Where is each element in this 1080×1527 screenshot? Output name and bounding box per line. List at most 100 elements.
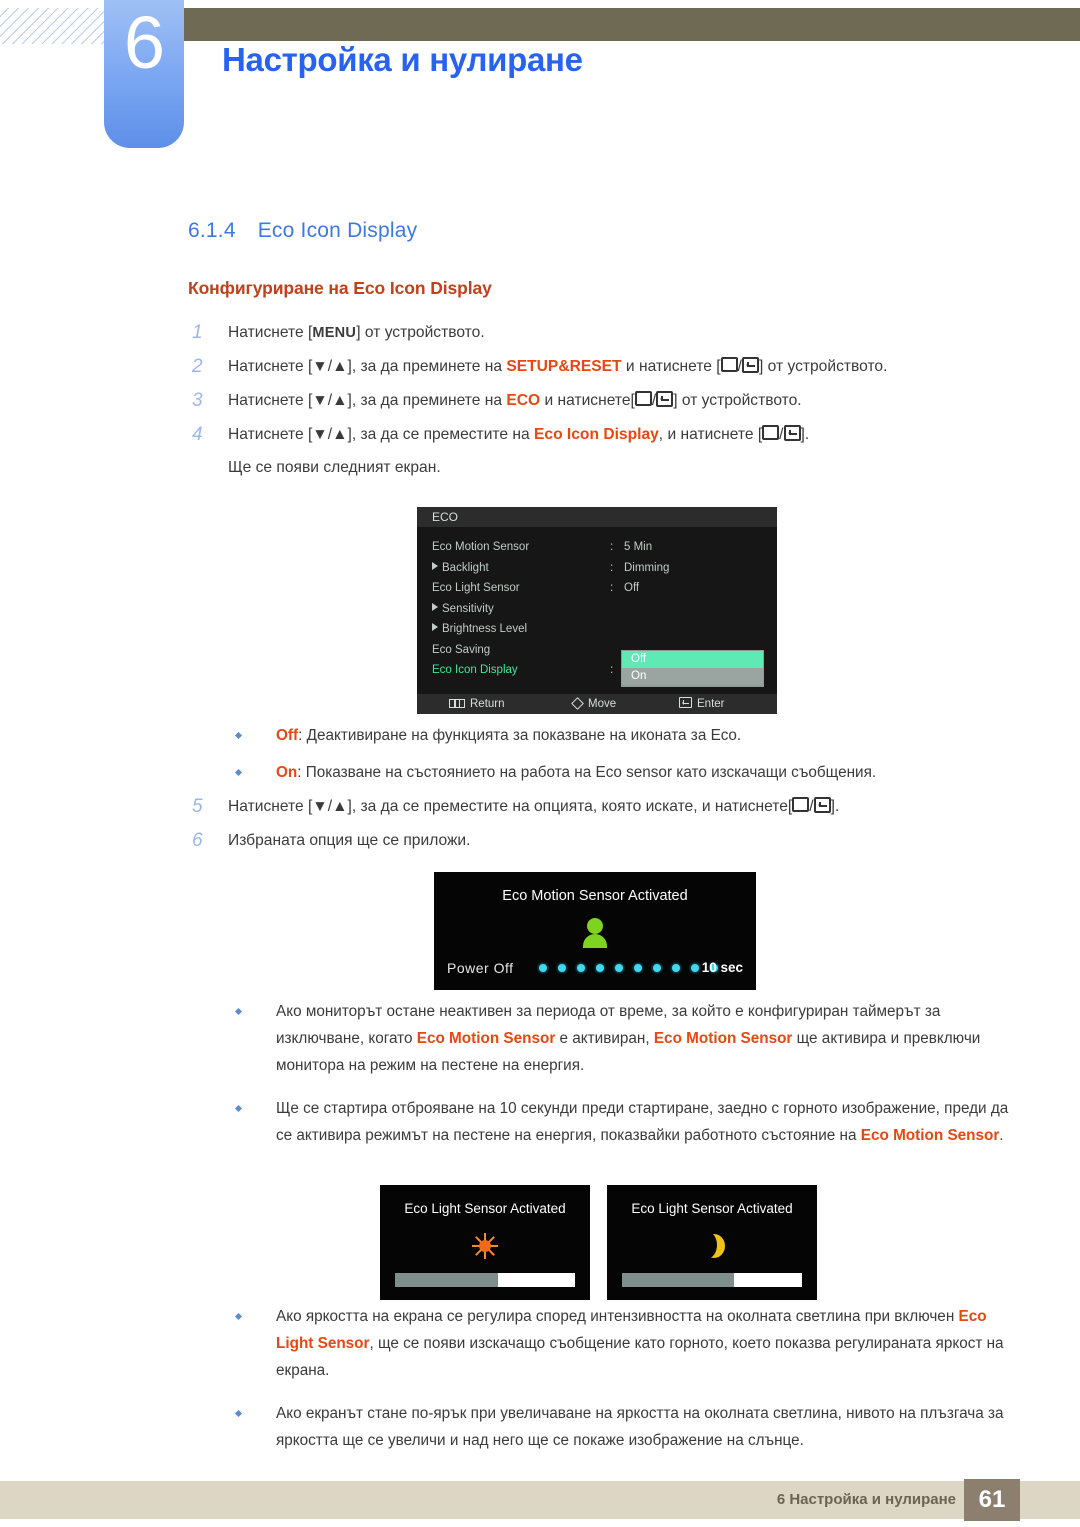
bullet-text: Ако екранът стане по-ярък при увеличаван…	[276, 1405, 1004, 1449]
brightness-bar-fill	[622, 1273, 734, 1287]
bullet-item-off: Off: Деактивиране на функцията за показв…	[228, 722, 1018, 749]
step-number: 3	[192, 390, 203, 411]
move-diamond-icon	[571, 697, 584, 710]
osd-row[interactable]: Eco Motion Sensor : 5 Min	[417, 537, 777, 558]
power-off-label: Power Off	[447, 960, 514, 976]
light-bullet-list: Ако яркостта на екрана се регулира споре…	[228, 1303, 1018, 1470]
countdown-dot	[653, 964, 661, 972]
seconds-label: 10 sec	[701, 960, 743, 975]
step-item: 5 Натиснете [▼/▲], за да се преместите на…	[188, 790, 1018, 824]
enter-key-icon	[741, 357, 759, 373]
moon-icon	[696, 1231, 725, 1259]
enter-key-icon	[679, 697, 692, 708]
person-icon	[582, 918, 608, 948]
bullet-diamond-icon	[234, 1312, 243, 1321]
countdown-dot	[558, 964, 566, 972]
step-highlight-term: ECO	[506, 392, 541, 409]
step-text-after: ] от устройството.	[356, 324, 485, 341]
bullet-item-on: On: Показване на състоянието на работа н…	[228, 759, 1018, 786]
steps-list-continued: 5 Натиснете [▼/▲], за да се преместите на…	[188, 790, 1018, 858]
menu-key-label: MENU	[312, 325, 357, 341]
enter-key-icon	[783, 425, 801, 441]
osd-dropdown[interactable]: Off On	[621, 650, 764, 687]
osd-menu-screenshot: ECO Eco Motion Sensor : 5 Min Backlight …	[417, 507, 777, 714]
bullet-diamond-icon	[234, 1104, 243, 1113]
osd-row-value: 5 Min	[624, 541, 653, 553]
chapter-number-box: 6	[104, 0, 184, 148]
osd-row[interactable]: Brightness Level	[417, 619, 777, 640]
option-description: : Показване на състоянието на работа на …	[297, 764, 877, 781]
option-bullet-list: Off: Деактивиране на функцията за показв…	[228, 722, 1018, 786]
submenu-arrow-icon	[432, 623, 438, 631]
osd-enter-label: Enter	[697, 698, 725, 710]
countdown-dot	[672, 964, 680, 972]
osd-row[interactable]: Sensitivity	[417, 599, 777, 620]
source-key-icon	[720, 357, 738, 372]
step-text-part3: ] от устройството.	[758, 358, 888, 375]
bullet-diamond-icon	[234, 768, 243, 777]
step-text: Избраната опция ще се приложи.	[228, 832, 471, 849]
osd-row-label-text: Backlight	[442, 561, 489, 574]
eco-light-sensor-popups: Eco Light Sensor Activated Eco Light Sen…	[380, 1185, 817, 1300]
option-description: : Деактивиране на функцията за показване…	[298, 727, 742, 744]
osd-row-label: Sensitivity	[432, 599, 494, 620]
step-item: 2 Натиснете [▼/▲], за да преминете на SET…	[188, 350, 1018, 384]
section-subtitle: Конфигуриране на Eco Icon Display	[188, 278, 492, 298]
inline-highlight-term: Eco Motion Sensor	[860, 1127, 1000, 1144]
osd-return-label: Return	[470, 698, 505, 710]
page-footer-bar: 6 Настройка и нулиране 61	[0, 1479, 1080, 1521]
eco-light-sensor-popup-night: Eco Light Sensor Activated	[607, 1185, 817, 1300]
key-separator: /	[779, 426, 784, 443]
step-subtext: Ще се появи следният екран.	[228, 459, 441, 476]
dropdown-option-off[interactable]: Off	[622, 651, 763, 668]
person-body	[583, 934, 607, 948]
osd-return-hint[interactable]: Return	[449, 694, 505, 714]
enter-key-icon	[813, 797, 831, 813]
osd-move-label: Move	[588, 698, 617, 710]
osd-row-label: Backlight	[432, 558, 489, 579]
brightness-bar-fill	[395, 1273, 498, 1287]
steps-list: 1 Натиснете [MENU] от устройството. 2 Нати…	[188, 316, 1018, 484]
step-item: 4 Натиснете [▼/▲], за да се преместите на…	[188, 418, 1018, 452]
dropdown-option-on[interactable]: On	[622, 668, 763, 685]
bullet-item: Ако яркостта на екрана се регулира споре…	[228, 1303, 1018, 1384]
eco-motion-sensor-popup: Eco Motion Sensor Activated Power Off 10…	[434, 872, 756, 990]
inline-highlight-term: Eco Motion Sensor	[653, 1030, 793, 1047]
osd-move-hint[interactable]: Move	[571, 694, 617, 714]
osd-row[interactable]: Eco Light Sensor : Off	[417, 578, 777, 599]
source-key-icon	[634, 391, 652, 406]
countdown-dot	[691, 964, 699, 972]
bullet-text: Ако мониторът остане неактивен за период…	[276, 1003, 981, 1074]
osd-enter-hint[interactable]: Enter	[679, 694, 725, 714]
section-heading: 6.1.4 Eco Icon Display	[188, 219, 417, 243]
osd-row-label: Eco Motion Sensor	[432, 541, 530, 553]
osd-row-label: Eco Saving	[432, 643, 491, 656]
inline-highlight-term: Eco Motion Sensor	[416, 1030, 556, 1047]
option-name: Off	[276, 727, 299, 744]
step-text-part2: и натиснете [	[621, 358, 721, 375]
bullet-item: Ако екранът стане по-ярък при увеличаван…	[228, 1400, 1018, 1454]
chapter-title: Настройка и нулиране	[222, 41, 583, 78]
step-text-part2: , и натиснете [	[658, 426, 763, 443]
bullet-diamond-icon	[234, 731, 243, 740]
decorative-hatch-pattern	[0, 8, 112, 44]
step-number: 2	[192, 356, 203, 377]
osd-row-colon: :	[610, 664, 614, 676]
footer-chapter-label: 6 Настройка и нулиране	[776, 1491, 956, 1508]
popup-countdown-row: Power Off 10 sec	[434, 959, 756, 977]
countdown-dot	[577, 964, 585, 972]
inline-highlight-term: Eco Light Sensor	[276, 1308, 987, 1352]
bullet-diamond-icon	[234, 1007, 243, 1016]
countdown-dot	[539, 964, 547, 972]
step-number: 6	[192, 830, 203, 851]
step-text-part3: ].	[800, 426, 810, 443]
step-number: 4	[192, 424, 203, 445]
osd-row-value: Off	[624, 582, 640, 594]
step-text-part1: Натиснете [▼/▲], за да се преместите на …	[228, 798, 793, 815]
moon-cutout	[696, 1231, 717, 1259]
osd-row[interactable]: Backlight : Dimming	[417, 558, 777, 579]
sun-core	[479, 1240, 491, 1252]
option-name: On	[276, 764, 298, 781]
osd-row-label: Eco Light Sensor	[432, 582, 520, 594]
step-highlight-term: Eco Icon Display	[534, 426, 659, 443]
